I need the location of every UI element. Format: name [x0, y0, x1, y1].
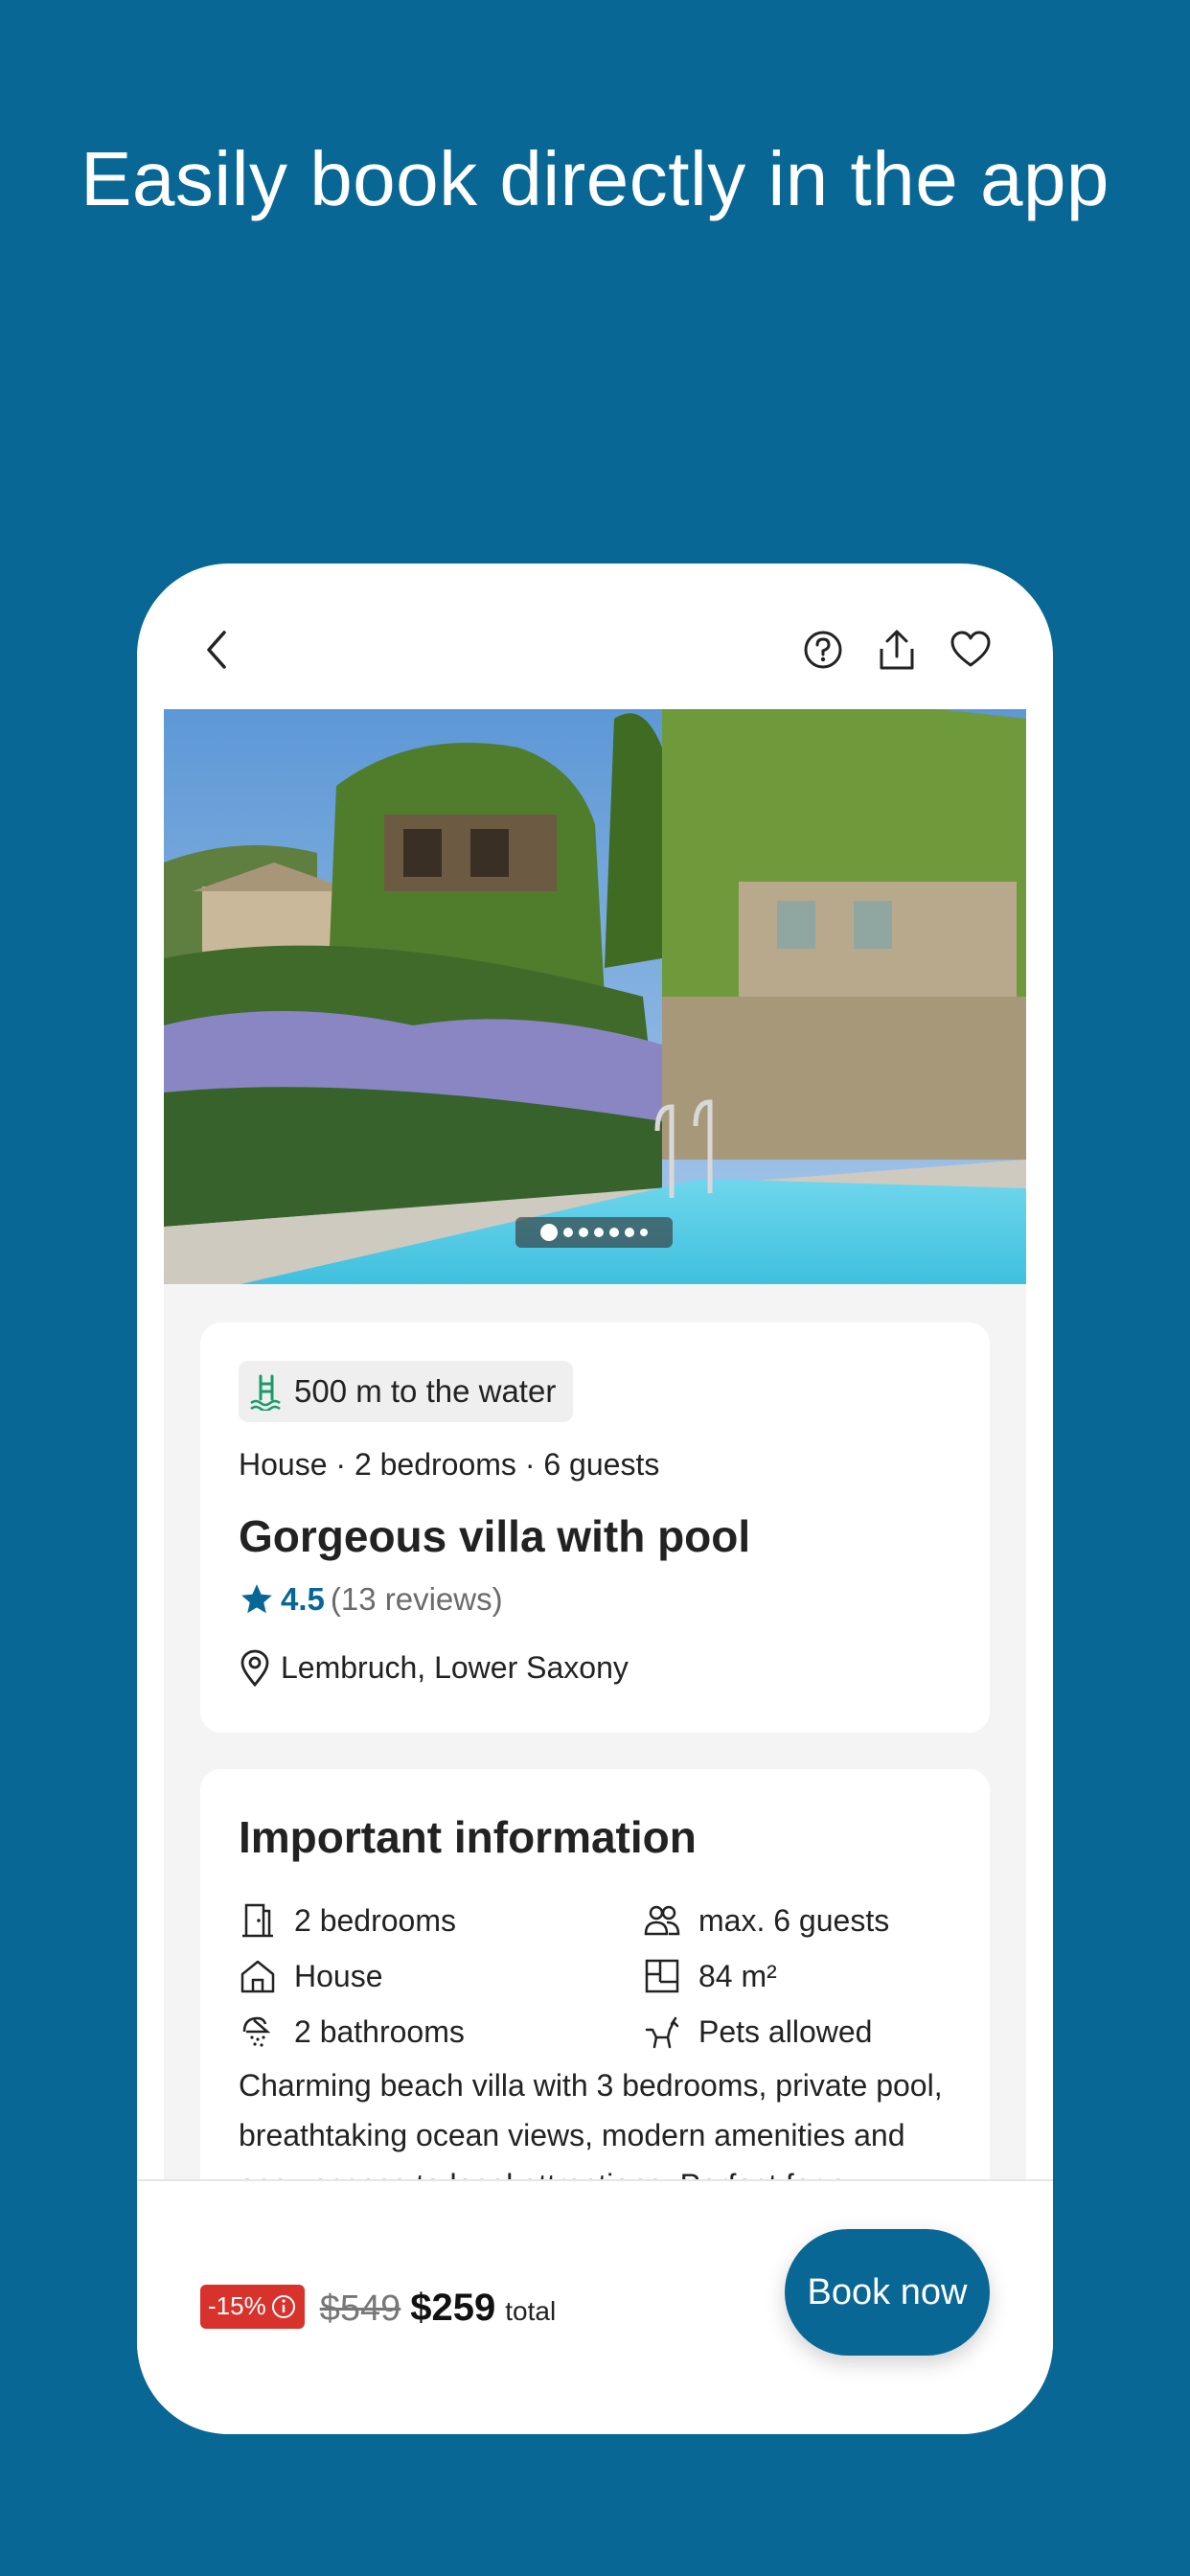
- water-distance-chip: 500 m to the water: [239, 1361, 574, 1422]
- price-row: -15% $549 $259 total: [200, 2284, 557, 2334]
- feature-label: 84 m²: [698, 1958, 777, 1993]
- feature-guests: max. 6 guests: [643, 1901, 889, 1940]
- share-icon: [880, 630, 914, 670]
- feature-bedrooms: 2 bedrooms: [239, 1901, 456, 1940]
- door-icon: [242, 1903, 273, 1938]
- review-count: (13 reviews): [330, 1581, 503, 1617]
- important-info-card: Important information 2 bedrooms max. 6 …: [200, 1769, 990, 2179]
- discount-text: -15%: [208, 2291, 266, 2320]
- gallery-dot: [625, 1228, 634, 1237]
- important-info-title: Important information: [239, 1812, 697, 1862]
- feature-label: Pets allowed: [698, 2013, 873, 2049]
- shower-icon: [242, 2016, 271, 2047]
- gallery-dot: [563, 1228, 573, 1237]
- feature-label: 2 bathrooms: [294, 2013, 465, 2049]
- listing-title: Gorgeous villa with pool: [239, 1511, 751, 1561]
- guests-icon: [644, 1905, 680, 1936]
- gallery-dot: [594, 1228, 604, 1237]
- booking-bar: -15% $549 $259 total Book now: [137, 2179, 1053, 2434]
- phone-frame: 500 m to the water House · 2 bedrooms · …: [137, 564, 1053, 2434]
- question-circle-icon: [804, 631, 842, 669]
- water-distance-text: 500 m to the water: [294, 1373, 557, 1409]
- top-bar: [137, 564, 1053, 707]
- listing-photo[interactable]: [164, 709, 1026, 1284]
- listing-description: Charming beach villa with 3 bedrooms, pr…: [239, 2068, 943, 2179]
- share-button[interactable]: [870, 623, 924, 677]
- chevron-left-icon: [207, 631, 226, 669]
- villa-pool-photo: [164, 709, 1026, 1284]
- feature-label: max. 6 guests: [698, 1902, 890, 1938]
- feature-area: 84 m²: [643, 1957, 777, 1995]
- listing-scroll-area[interactable]: 500 m to the water House · 2 bedrooms · …: [164, 709, 1026, 2179]
- location-row[interactable]: Lembruch, Lower Saxony: [239, 1648, 629, 1687]
- favorite-button[interactable]: [944, 623, 997, 677]
- headline: Easily book directly in the app: [80, 136, 1110, 221]
- feature-label: House: [294, 1958, 383, 1993]
- star-icon: [241, 1584, 272, 1614]
- heart-icon: [950, 631, 991, 667]
- discount-badge[interactable]: -15%: [200, 2284, 305, 2329]
- rating-row[interactable]: 4.5 (13 reviews): [239, 1581, 503, 1618]
- info-icon: [271, 2294, 295, 2318]
- feature-house: House: [239, 1957, 383, 1995]
- back-button[interactable]: [191, 623, 244, 677]
- total-label: total: [505, 2296, 557, 2326]
- new-price: $259: [410, 2287, 496, 2329]
- gallery-dot: [640, 1229, 648, 1236]
- gallery-dot: [540, 1224, 558, 1241]
- gallery-indicator[interactable]: [515, 1217, 673, 1248]
- feature-label: 2 bedrooms: [294, 1902, 456, 1938]
- listing-meta: House · 2 bedrooms · 6 guests: [239, 1447, 660, 1482]
- feature-bathrooms: 2 bathrooms: [239, 2012, 465, 2051]
- house-icon: [240, 1960, 275, 1993]
- gallery-dot: [579, 1228, 588, 1237]
- listing-summary-card: 500 m to the water House · 2 bedrooms · …: [200, 1322, 990, 1733]
- location-text: Lembruch, Lower Saxony: [281, 1649, 629, 1685]
- pool-ladder-icon: [250, 1374, 281, 1411]
- rating-score: 4.5: [281, 1581, 325, 1617]
- floorplan-icon: [645, 1959, 679, 1993]
- feature-pets: Pets allowed: [643, 2012, 872, 2051]
- old-price: $549: [319, 2288, 401, 2329]
- gallery-dot: [609, 1228, 619, 1237]
- help-button[interactable]: [796, 623, 850, 677]
- map-pin-icon: [240, 1649, 269, 1687]
- book-now-button[interactable]: Book now: [785, 2229, 990, 2356]
- pet-icon: [645, 2016, 679, 2049]
